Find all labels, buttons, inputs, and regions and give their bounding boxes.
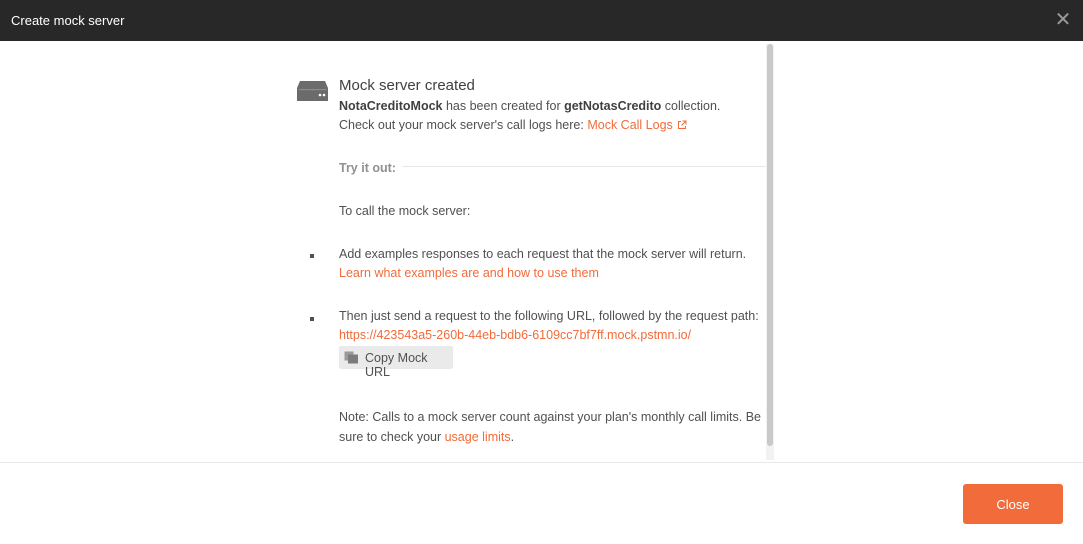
collection-name: getNotasCredito (564, 99, 662, 113)
mock-name: NotaCreditoMock (339, 99, 443, 113)
list-bullet (310, 254, 314, 258)
close-icon[interactable]: ✕ (1054, 10, 1072, 30)
close-button[interactable]: Close (963, 484, 1063, 524)
list-bullet (310, 317, 314, 321)
mock-call-logs-link[interactable]: Mock Call Logs (587, 118, 672, 132)
mock-url-link[interactable]: https://423543a5-260b-44eb-bdb6-6109cc7b… (339, 328, 691, 342)
call-logs-line: Check out your mock server's call logs h… (339, 118, 687, 132)
server-icon (297, 81, 328, 101)
content-scrollbar[interactable] (766, 44, 774, 460)
dialog-title: Create mock server (11, 13, 125, 28)
dialog-content: Mock server created NotaCreditoMock has … (0, 41, 1083, 462)
usage-limits-link[interactable]: usage limits (445, 430, 511, 444)
call-intro-text: To call the mock server: (339, 204, 471, 218)
learn-examples-link[interactable]: Learn what examples are and how to use t… (339, 266, 599, 280)
mock-created-heading: Mock server created (339, 77, 475, 94)
dialog-title-bar: Create mock server ✕ (0, 0, 1083, 41)
section-divider (402, 166, 766, 167)
note-suffix: . (510, 430, 515, 444)
created-text-end: collection. (661, 99, 721, 113)
step-add-examples-text: Add examples responses to each request t… (339, 247, 747, 261)
call-logs-prefix: Check out your mock server's call logs h… (339, 118, 588, 132)
note-prefix: sure to check your (339, 430, 445, 444)
scrollbar-thumb[interactable] (767, 44, 773, 446)
created-text-mid: has been created for (442, 99, 565, 113)
note-line-1: Note: Calls to a mock server count again… (339, 410, 762, 424)
external-link-icon[interactable] (677, 120, 687, 130)
mock-created-message: NotaCreditoMock has been created for get… (339, 99, 720, 113)
note-line-2: sure to check your usage limits. (339, 430, 514, 444)
copy-icon (344, 351, 358, 364)
dialog-footer: Close (0, 462, 1083, 544)
copy-mock-url-label: Copy Mock URL (365, 351, 428, 379)
step-send-request-text: Then just send a request to the followin… (339, 309, 759, 323)
copy-mock-url-button[interactable]: Copy Mock URL (339, 346, 453, 379)
try-it-out-label: Try it out: (339, 161, 396, 175)
